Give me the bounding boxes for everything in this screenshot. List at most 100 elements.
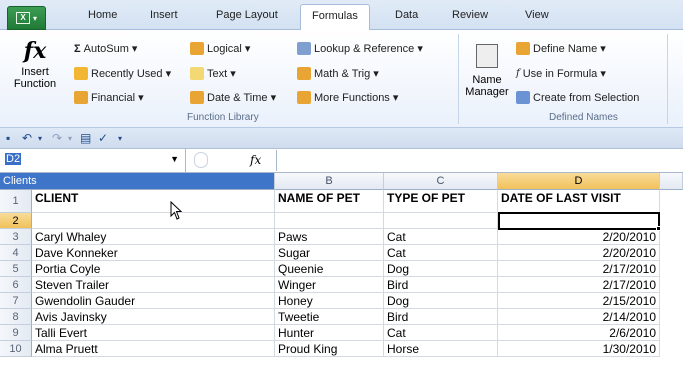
row-header[interactable]: 3 bbox=[0, 229, 32, 245]
table-cell[interactable]: Dog bbox=[384, 293, 498, 309]
table-cell[interactable]: Cat bbox=[384, 245, 498, 261]
table-cell[interactable]: Dave Konneker bbox=[32, 245, 275, 261]
table-header-client[interactable]: CLIENT bbox=[32, 190, 275, 213]
worksheet-grid[interactable]: Clients B C D 1 2 3 4 5 6 7 8 9 10 CLIEN… bbox=[0, 173, 683, 392]
book-icon bbox=[74, 91, 88, 104]
sigma-icon: Σ bbox=[74, 42, 81, 55]
fill-handle[interactable] bbox=[656, 226, 661, 231]
table-header-type-of-pet[interactable]: TYPE OF PET bbox=[384, 190, 498, 213]
table-cell[interactable]: Honey bbox=[275, 293, 384, 309]
chevron-down-icon[interactable]: ▼ bbox=[170, 154, 179, 164]
table-cell[interactable]: Proud King bbox=[275, 341, 384, 357]
lookup-reference-button[interactable]: Lookup & Reference ▾ bbox=[297, 42, 423, 55]
column-header-b[interactable]: B bbox=[275, 173, 384, 190]
row-header[interactable]: 8 bbox=[0, 309, 32, 325]
text-button[interactable]: Text ▾ bbox=[190, 67, 236, 80]
insert-function-icon[interactable]: fx bbox=[250, 153, 261, 167]
row-header[interactable]: 10 bbox=[0, 341, 32, 357]
create-from-selection-button[interactable]: Create from Selection bbox=[516, 91, 639, 104]
table-cell[interactable]: 2/20/2010 bbox=[498, 229, 660, 245]
financial-label: Financial ▾ bbox=[91, 92, 144, 104]
table-cell[interactable]: Dog bbox=[384, 261, 498, 277]
table-cell[interactable]: Avis Javinsky bbox=[32, 309, 275, 325]
table-cell[interactable]: Hunter bbox=[275, 325, 384, 341]
table-header-name-of-pet[interactable]: NAME OF PET bbox=[275, 190, 384, 213]
math-trig-button[interactable]: Math & Trig ▾ bbox=[297, 67, 379, 80]
row-header[interactable]: 7 bbox=[0, 293, 32, 309]
table-cell[interactable]: Tweetie bbox=[275, 309, 384, 325]
tab-review[interactable]: Review bbox=[452, 9, 488, 21]
more-functions-button[interactable]: More Functions ▾ bbox=[297, 91, 398, 104]
tab-insert[interactable]: Insert bbox=[150, 9, 178, 21]
table-cell[interactable]: 2/6/2010 bbox=[498, 325, 660, 341]
tab-home[interactable]: Home bbox=[88, 9, 117, 21]
name-manager-button[interactable]: Name Manager bbox=[462, 44, 512, 108]
lookup-reference-label: Lookup & Reference ▾ bbox=[314, 43, 423, 55]
table-cell[interactable]: Winger bbox=[275, 277, 384, 293]
table-cell[interactable]: Queenie bbox=[275, 261, 384, 277]
tab-view[interactable]: View bbox=[525, 9, 549, 21]
recently-used-button[interactable]: Recently Used ▾ bbox=[74, 67, 171, 80]
chevron-down-icon[interactable]: ▾ bbox=[68, 134, 72, 143]
row-header[interactable]: 9 bbox=[0, 325, 32, 341]
table-cell[interactable] bbox=[384, 213, 498, 229]
tab-data[interactable]: Data bbox=[395, 9, 418, 21]
table-cell[interactable]: Talli Evert bbox=[32, 325, 275, 341]
fx-icon: f bbox=[516, 68, 520, 79]
table-cell[interactable]: Portia Coyle bbox=[32, 261, 275, 277]
insert-function-button[interactable]: fx Insert Function bbox=[4, 36, 66, 110]
table-cell[interactable] bbox=[32, 213, 275, 229]
redo-icon[interactable]: ↷ bbox=[52, 131, 62, 145]
table-cell[interactable]: Bird bbox=[384, 277, 498, 293]
tab-page-layout[interactable]: Page Layout bbox=[216, 9, 278, 21]
customize-toolbar-icon[interactable]: ▾ bbox=[118, 134, 122, 143]
table-cell[interactable]: Cat bbox=[384, 325, 498, 341]
tab-formulas[interactable]: Formulas bbox=[300, 4, 370, 31]
formula-input[interactable] bbox=[276, 150, 683, 171]
spelling-icon[interactable]: ✓ bbox=[98, 131, 108, 145]
column-header-d[interactable]: D bbox=[498, 173, 660, 190]
table-cell[interactable]: 1/30/2010 bbox=[498, 341, 660, 357]
table-cell[interactable] bbox=[275, 213, 384, 229]
row-header[interactable]: 4 bbox=[0, 245, 32, 261]
table-cell[interactable]: 2/15/2010 bbox=[498, 293, 660, 309]
chevron-down-icon[interactable]: ▾ bbox=[38, 134, 42, 143]
row-header[interactable]: 1 bbox=[0, 190, 32, 213]
table-cell[interactable]: 2/17/2010 bbox=[498, 277, 660, 293]
table-cell[interactable]: Cat bbox=[384, 229, 498, 245]
row-header[interactable]: 2 bbox=[0, 213, 32, 229]
row-header[interactable]: 6 bbox=[0, 277, 32, 293]
table-cell[interactable]: 2/20/2010 bbox=[498, 245, 660, 261]
date-time-button[interactable]: Date & Time ▾ bbox=[190, 91, 276, 104]
table-cell[interactable]: Alma Pruett bbox=[32, 341, 275, 357]
table-header-date-of-last-visit[interactable]: DATE OF LAST VISIT bbox=[498, 190, 660, 213]
table-cell[interactable]: Bird bbox=[384, 309, 498, 325]
table-cell[interactable]: Gwendolin Gauder bbox=[32, 293, 275, 309]
star-icon bbox=[74, 67, 88, 80]
financial-button[interactable]: Financial ▾ bbox=[74, 91, 144, 104]
define-name-button[interactable]: Define Name ▾ bbox=[516, 42, 606, 55]
table-cell[interactable]: Horse bbox=[384, 341, 498, 357]
table-cell[interactable]: Sugar bbox=[275, 245, 384, 261]
table-cell[interactable]: Steven Trailer bbox=[32, 277, 275, 293]
name-box[interactable]: D2 ▼ bbox=[0, 149, 186, 172]
logical-button[interactable]: Logical ▾ bbox=[190, 42, 250, 55]
table-cell[interactable]: 2/14/2010 bbox=[498, 309, 660, 325]
recently-used-label: Recently Used ▾ bbox=[91, 68, 172, 80]
save-icon[interactable]: ▪ bbox=[6, 131, 10, 145]
use-in-formula-button[interactable]: f Use in Formula ▾ bbox=[516, 67, 606, 80]
table-cell[interactable]: Paws bbox=[275, 229, 384, 245]
name-manager-label-1: Name bbox=[472, 74, 502, 86]
table-cell[interactable]: 2/17/2010 bbox=[498, 261, 660, 277]
logical-label: Logical ▾ bbox=[207, 43, 251, 55]
autosum-label: AutoSum ▾ bbox=[83, 43, 138, 55]
row-header[interactable]: 5 bbox=[0, 261, 32, 277]
print-preview-icon[interactable]: ▤ bbox=[80, 131, 91, 145]
column-header-e[interactable] bbox=[660, 173, 683, 190]
autosum-button[interactable]: Σ AutoSum ▾ bbox=[74, 42, 138, 56]
column-header-c[interactable]: C bbox=[384, 173, 498, 190]
cancel-icon bbox=[194, 152, 208, 168]
table-cell[interactable]: Caryl Whaley bbox=[32, 229, 275, 245]
undo-icon[interactable]: ↶ bbox=[22, 131, 32, 145]
file-tab[interactable]: X ▾ bbox=[7, 6, 46, 30]
